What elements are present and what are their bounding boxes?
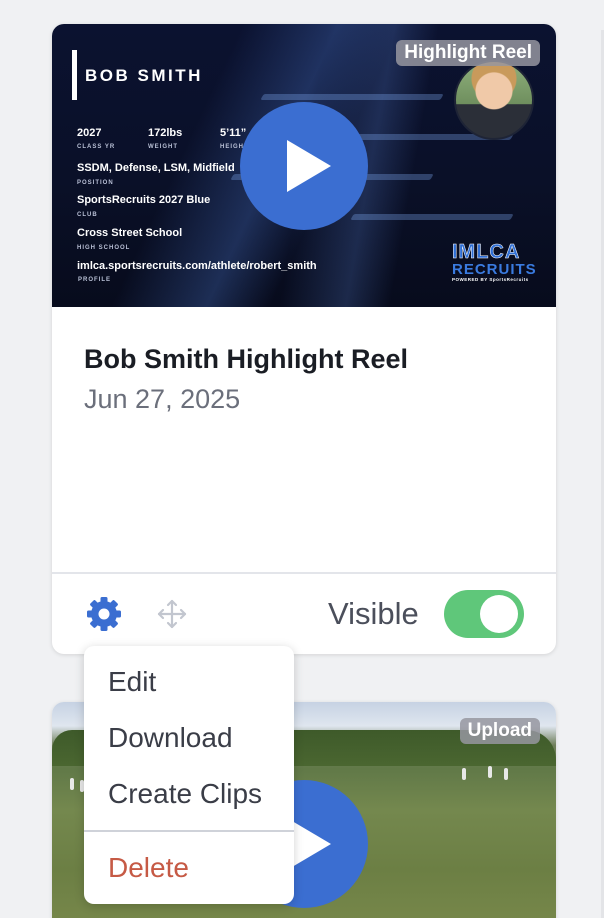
stat-height: 5’11” (220, 127, 247, 139)
athlete-name: BOB SMITH (85, 66, 203, 85)
decor-streak (350, 214, 514, 220)
video-date: Jun 27, 2025 (84, 384, 241, 414)
menu-item-create-clips[interactable]: Create Clips (108, 778, 262, 810)
decor-streak (260, 94, 444, 100)
video-thumbnail[interactable]: BOB SMITH 2027 CLASS YR 172lbs WEIGHT 5’… (52, 24, 556, 307)
card-divider (52, 572, 556, 574)
menu-item-edit[interactable]: Edit (108, 666, 156, 698)
move-handle-icon[interactable] (156, 598, 188, 630)
card-options-menu: Edit Download Create Clips Delete (84, 646, 294, 904)
toggle-knob (480, 595, 518, 633)
imlca-recruits-logo: IMLCA RECRUITS POWERED BY SportsRecruits (452, 241, 537, 282)
detail-club: SportsRecruits 2027 Blue (77, 194, 211, 206)
name-accent-bar (72, 50, 77, 100)
field-player (462, 768, 466, 780)
visibility-label: Visible (328, 596, 419, 631)
menu-item-download[interactable]: Download (108, 722, 233, 754)
visibility-toggle[interactable] (444, 590, 524, 638)
play-icon (287, 140, 331, 192)
stat-class-year: 2027 (77, 127, 102, 139)
detail-high-school: Cross Street School (77, 227, 183, 239)
detail-club-label: CLUB (77, 212, 98, 218)
menu-divider (84, 830, 294, 832)
video-card-highlight-reel: BOB SMITH 2027 CLASS YR 172lbs WEIGHT 5’… (52, 24, 556, 654)
video-type-badge: Upload (459, 718, 540, 744)
field-player (504, 768, 508, 780)
detail-position: SSDM, Defense, LSM, Midfield (77, 162, 235, 174)
field-player (488, 766, 492, 778)
gear-icon[interactable] (84, 594, 124, 634)
field-player (70, 778, 74, 790)
video-title: Bob Smith Highlight Reel (84, 344, 408, 374)
menu-item-delete[interactable]: Delete (108, 852, 189, 884)
play-button[interactable] (240, 102, 368, 230)
detail-high-school-label: HIGH SCHOOL (77, 245, 131, 251)
profile-label: PROFILE (78, 277, 112, 283)
stat-weight-label: WEIGHT (148, 144, 178, 150)
detail-position-label: POSITION (77, 180, 114, 186)
stat-weight: 172lbs (148, 127, 183, 139)
profile-url: imlca.sportsrecruits.com/athlete/robert_… (77, 260, 317, 272)
video-type-badge: Highlight Reel (396, 40, 540, 66)
athlete-avatar (454, 60, 534, 140)
stat-class-year-label: CLASS YR (77, 144, 116, 150)
